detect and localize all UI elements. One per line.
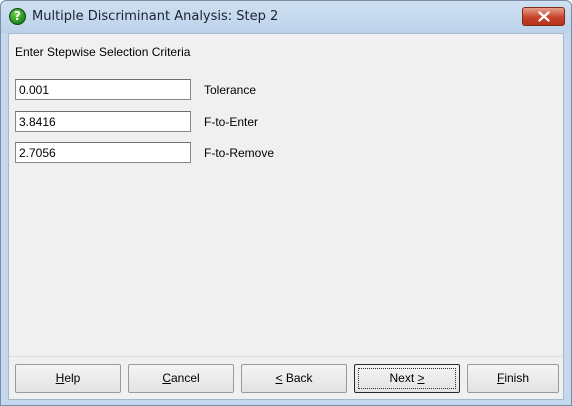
dialog-window: ? Multiple Discriminant Analysis: Step 2… (0, 0, 572, 406)
help-button[interactable]: Help (15, 364, 121, 393)
criteria-heading: Enter Stepwise Selection Criteria (15, 45, 191, 59)
title-bar[interactable]: ? Multiple Discriminant Analysis: Step 2 (1, 1, 571, 33)
close-button[interactable] (522, 7, 565, 26)
finish-button[interactable]: Finish (467, 364, 559, 393)
button-row-divider (9, 356, 563, 357)
window-title: Multiple Discriminant Analysis: Step 2 (32, 9, 279, 24)
cancel-button-label: Cancel (162, 371, 200, 385)
f-to-remove-label: F-to-Remove (204, 146, 275, 160)
tolerance-input[interactable] (15, 79, 191, 100)
help-button-label: Help (55, 371, 81, 385)
f-to-enter-label: F-to-Enter (204, 115, 259, 129)
back-button-label: < Back (275, 371, 313, 385)
next-button[interactable]: Next > (354, 364, 460, 393)
back-button[interactable]: < Back (241, 364, 347, 393)
f-to-remove-input[interactable] (15, 142, 191, 163)
tolerance-label: Tolerance (204, 83, 257, 97)
f-to-enter-input[interactable] (15, 111, 191, 132)
help-question-icon: ? (9, 8, 26, 25)
finish-button-label: Finish (496, 371, 530, 385)
dialog-client-area: Enter Stepwise Selection Criteria Tolera… (8, 33, 564, 400)
next-button-label: Next > (389, 371, 425, 385)
close-icon (538, 11, 550, 22)
cancel-button[interactable]: Cancel (128, 364, 234, 393)
